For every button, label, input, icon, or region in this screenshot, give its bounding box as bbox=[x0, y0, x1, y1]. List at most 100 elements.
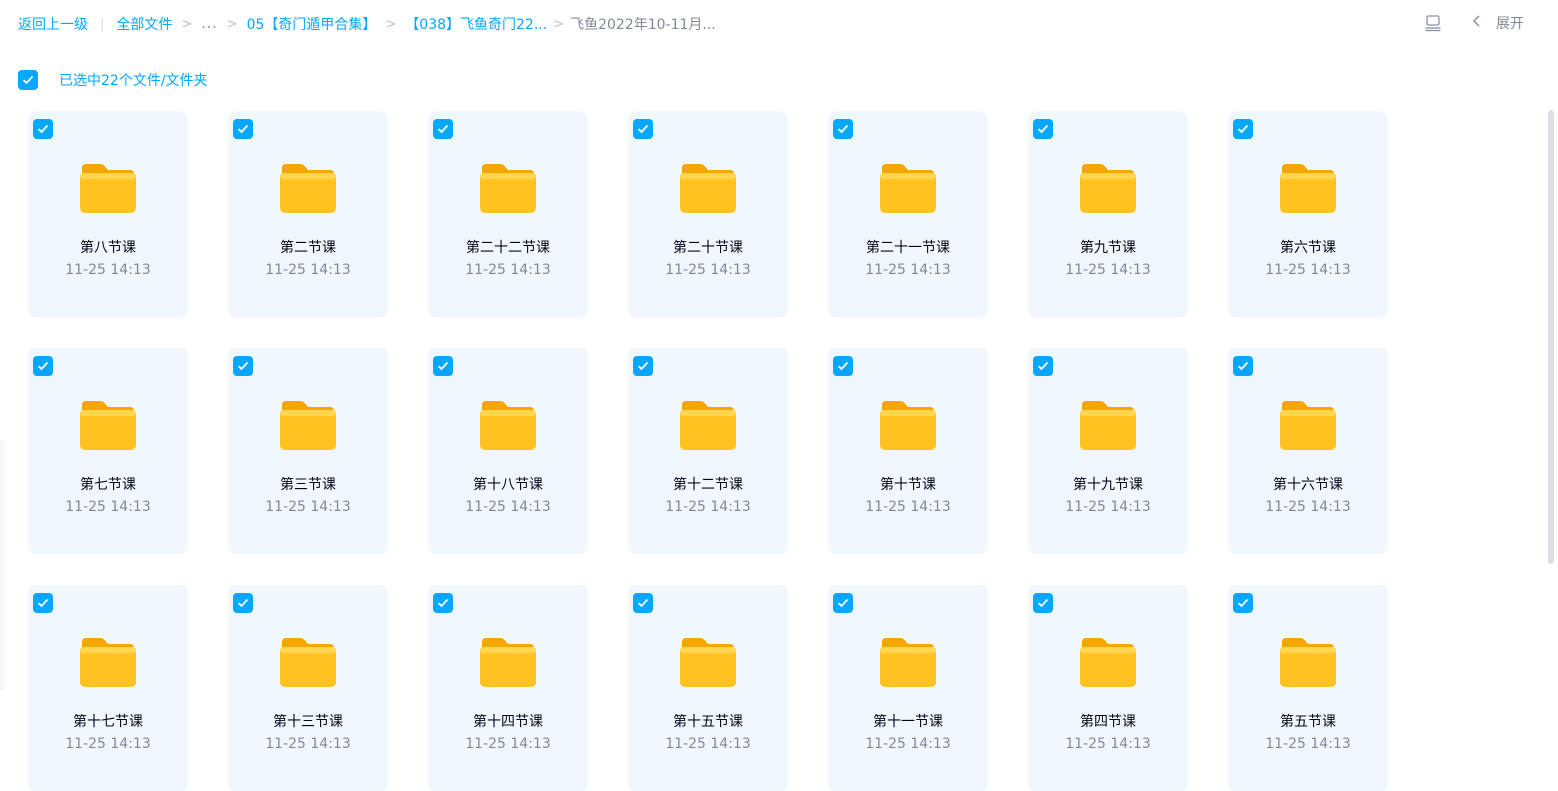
folder-checkbox[interactable] bbox=[33, 356, 53, 376]
breadcrumb-item-qimen[interactable]: 05【奇门遁甲合集】 bbox=[247, 14, 377, 34]
folder-card[interactable]: 第十九节课 11-25 14:13 bbox=[1028, 348, 1188, 554]
folder-checkbox[interactable] bbox=[833, 119, 853, 139]
folder-card[interactable]: 第五节课 11-25 14:13 bbox=[1228, 585, 1388, 791]
folder-icon bbox=[679, 400, 737, 450]
breadcrumb-separator-icon: > bbox=[181, 16, 193, 32]
folder-time: 11-25 14:13 bbox=[1065, 736, 1151, 752]
folder-checkbox[interactable] bbox=[433, 119, 453, 139]
folder-name: 第二十一节课 bbox=[866, 240, 950, 256]
breadcrumb-all-files[interactable]: 全部文件 bbox=[116, 14, 172, 34]
folder-name: 第二十二节课 bbox=[466, 240, 550, 256]
folder-card[interactable]: 第八节课 11-25 14:13 bbox=[28, 111, 188, 317]
folder-card[interactable]: 第二十节课 11-25 14:13 bbox=[628, 111, 788, 317]
back-link[interactable]: 返回上一级 bbox=[18, 14, 88, 34]
folder-card[interactable]: 第十六节课 11-25 14:13 bbox=[1228, 348, 1388, 554]
folder-card[interactable]: 第九节课 11-25 14:13 bbox=[1028, 111, 1188, 317]
folder-name: 第七节课 bbox=[80, 477, 136, 493]
folder-name: 第十八节课 bbox=[473, 477, 543, 493]
folder-icon bbox=[679, 163, 737, 213]
folder-card[interactable]: 第十二节课 11-25 14:13 bbox=[628, 348, 788, 554]
folder-time: 11-25 14:13 bbox=[865, 262, 951, 278]
folder-card[interactable]: 第十三节课 11-25 14:13 bbox=[228, 585, 388, 791]
folder-card[interactable]: 第二十一节课 11-25 14:13 bbox=[828, 111, 988, 317]
breadcrumb-ellipsis[interactable]: ... bbox=[201, 16, 217, 32]
folder-icon bbox=[879, 400, 937, 450]
folder-time: 11-25 14:13 bbox=[465, 499, 551, 515]
selection-bar: 已选中22个文件/文件夹 bbox=[18, 70, 208, 90]
folder-time: 11-25 14:13 bbox=[1265, 736, 1351, 752]
folder-name: 第十六节课 bbox=[1273, 477, 1343, 493]
select-all-checkbox[interactable] bbox=[18, 70, 38, 90]
folder-checkbox[interactable] bbox=[33, 119, 53, 139]
selection-count: 已选中22个文件/文件夹 bbox=[59, 73, 208, 89]
folder-name: 第十一节课 bbox=[873, 714, 943, 730]
folder-checkbox[interactable] bbox=[233, 593, 253, 613]
folder-time: 11-25 14:13 bbox=[1265, 499, 1351, 515]
folder-card[interactable]: 第十节课 11-25 14:13 bbox=[828, 348, 988, 554]
folder-time: 11-25 14:13 bbox=[1265, 262, 1351, 278]
folder-checkbox[interactable] bbox=[833, 356, 853, 376]
folder-checkbox[interactable] bbox=[633, 119, 653, 139]
folder-checkbox[interactable] bbox=[1233, 356, 1253, 376]
folder-icon bbox=[1079, 400, 1137, 450]
folder-name: 第二节课 bbox=[280, 240, 336, 256]
side-panel-edge bbox=[0, 440, 8, 690]
folder-card[interactable]: 第七节课 11-25 14:13 bbox=[28, 348, 188, 554]
folder-icon bbox=[1279, 400, 1337, 450]
folder-icon bbox=[79, 637, 137, 687]
folder-icon bbox=[879, 637, 937, 687]
folder-icon bbox=[879, 163, 937, 213]
scrollbar[interactable] bbox=[1548, 110, 1554, 564]
folder-checkbox[interactable] bbox=[633, 356, 653, 376]
folder-icon bbox=[479, 400, 537, 450]
folder-checkbox[interactable] bbox=[433, 356, 453, 376]
folder-checkbox[interactable] bbox=[633, 593, 653, 613]
folder-card[interactable]: 第十五节课 11-25 14:13 bbox=[628, 585, 788, 791]
folder-checkbox[interactable] bbox=[33, 593, 53, 613]
folder-time: 11-25 14:13 bbox=[265, 499, 351, 515]
expand-button[interactable]: 展开 bbox=[1472, 13, 1524, 33]
folder-checkbox[interactable] bbox=[433, 593, 453, 613]
chevron-left-icon bbox=[1472, 14, 1482, 32]
folder-checkbox[interactable] bbox=[233, 356, 253, 376]
breadcrumb-separator-icon: > bbox=[226, 16, 238, 32]
folder-icon bbox=[79, 400, 137, 450]
folder-time: 11-25 14:13 bbox=[265, 262, 351, 278]
breadcrumb-item-feiyu[interactable]: 【038】飞鱼奇门22... bbox=[405, 14, 547, 34]
folder-checkbox[interactable] bbox=[833, 593, 853, 613]
folder-icon bbox=[279, 637, 337, 687]
breadcrumb-separator-icon: > bbox=[385, 16, 397, 32]
breadcrumb: 返回上一级 | 全部文件 > ... > 05【奇门遁甲合集】 > 【038】飞… bbox=[18, 14, 716, 34]
folder-time: 11-25 14:13 bbox=[265, 736, 351, 752]
folder-icon bbox=[1279, 637, 1337, 687]
folder-card[interactable]: 第十七节课 11-25 14:13 bbox=[28, 585, 188, 791]
folder-icon bbox=[479, 163, 537, 213]
folder-icon bbox=[1079, 637, 1137, 687]
folder-time: 11-25 14:13 bbox=[65, 262, 151, 278]
folder-name: 第十四节课 bbox=[473, 714, 543, 730]
folder-name: 第十节课 bbox=[880, 477, 936, 493]
folder-card[interactable]: 第二十二节课 11-25 14:13 bbox=[428, 111, 588, 317]
folder-checkbox[interactable] bbox=[1033, 119, 1053, 139]
folder-checkbox[interactable] bbox=[1033, 356, 1053, 376]
folder-card[interactable]: 第四节课 11-25 14:13 bbox=[1028, 585, 1188, 791]
folder-checkbox[interactable] bbox=[233, 119, 253, 139]
folder-icon bbox=[79, 163, 137, 213]
folder-name: 第五节课 bbox=[1280, 714, 1336, 730]
folder-time: 11-25 14:13 bbox=[865, 736, 951, 752]
folder-card[interactable]: 第二节课 11-25 14:13 bbox=[228, 111, 388, 317]
folder-icon bbox=[1079, 163, 1137, 213]
folder-card[interactable]: 第十一节课 11-25 14:13 bbox=[828, 585, 988, 791]
list-view-icon[interactable] bbox=[1424, 14, 1442, 32]
folder-checkbox[interactable] bbox=[1233, 119, 1253, 139]
folder-card[interactable]: 第三节课 11-25 14:13 bbox=[228, 348, 388, 554]
folder-card[interactable]: 第十八节课 11-25 14:13 bbox=[428, 348, 588, 554]
folder-name: 第十七节课 bbox=[73, 714, 143, 730]
folder-checkbox[interactable] bbox=[1233, 593, 1253, 613]
folder-icon bbox=[479, 637, 537, 687]
breadcrumb-divider: | bbox=[100, 16, 105, 32]
folder-time: 11-25 14:13 bbox=[465, 262, 551, 278]
folder-card[interactable]: 第六节课 11-25 14:13 bbox=[1228, 111, 1388, 317]
folder-checkbox[interactable] bbox=[1033, 593, 1053, 613]
folder-card[interactable]: 第十四节课 11-25 14:13 bbox=[428, 585, 588, 791]
